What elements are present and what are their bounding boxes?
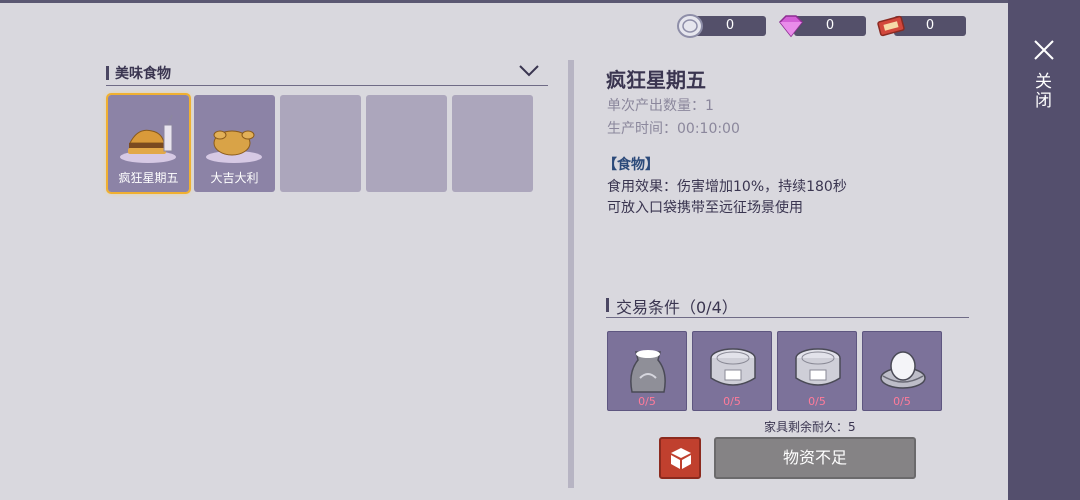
close-panel[interactable]: 关闭 [1008, 0, 1080, 500]
recipe-slot-crazy-friday[interactable]: 疯狂星期五 [106, 93, 191, 194]
top-border [0, 0, 1080, 3]
recipe-slot-daji-dali[interactable]: 大吉大利 [194, 95, 275, 192]
requirement-count: 0/5 [808, 395, 826, 408]
roast-chicken-icon [206, 130, 262, 163]
requirement-count: 0/5 [893, 395, 911, 408]
requirement-egg[interactable]: 0/5 [862, 331, 942, 411]
silver-coin-icon [677, 14, 703, 38]
flour-sack-icon [630, 350, 666, 393]
trade-conditions-header: 交易条件（0/4） [606, 294, 969, 318]
production-time: 生产时间：00:10:00 [607, 121, 740, 137]
burger-meal-icon [120, 114, 176, 163]
currency-silver: 0 [676, 14, 768, 38]
recipe-label: 疯狂星期五 [118, 171, 179, 185]
currency-ticket: 0 [876, 14, 968, 38]
output-quantity: 单次产出数量：1 [607, 98, 714, 114]
diamond-icon [778, 15, 804, 38]
canned-food-icon [795, 348, 841, 386]
recipe-slot-empty [452, 95, 533, 192]
requirement-count: 0/5 [638, 395, 656, 408]
canned-food-icon [710, 348, 756, 386]
recipe-slot-empty [366, 95, 447, 192]
requirement-flour[interactable]: 0/5 [607, 331, 687, 411]
category-header[interactable]: 美味食物 [106, 62, 548, 86]
item-name: 疯狂星期五 [606, 68, 706, 92]
category-marker [106, 66, 109, 80]
currency-diamond: 0 [776, 14, 868, 38]
supply-box-button[interactable] [659, 437, 701, 479]
insufficient-supplies-button[interactable]: 物资不足 [714, 437, 916, 479]
requirement-count: 0/5 [723, 395, 741, 408]
recipe-label: 大吉大利 [210, 171, 259, 185]
furniture-durability: 家具剩余耐久：5 [764, 420, 856, 434]
egg-nest-icon [880, 351, 926, 389]
item-effect: 食用效果：伤害增加10%，持续180秒 [607, 179, 847, 195]
trade-marker [606, 298, 609, 312]
item-category: 【食物】 [603, 157, 659, 173]
trade-title: 交易条件（0/4） [616, 298, 738, 317]
ticket-icon [877, 15, 905, 37]
item-usage: 可放入口袋携带至远征场景使用 [607, 200, 803, 216]
requirement-can-1[interactable]: 0/5 [692, 331, 772, 411]
close-label[interactable]: 关闭 [1031, 72, 1054, 110]
recipe-slot-empty [280, 95, 361, 192]
chevron-down-icon[interactable] [518, 62, 540, 80]
close-icon[interactable] [1032, 38, 1056, 62]
box-icon [671, 448, 691, 469]
category-title: 美味食物 [115, 66, 171, 82]
requirement-can-2[interactable]: 0/5 [777, 331, 857, 411]
panel-divider [568, 60, 574, 488]
